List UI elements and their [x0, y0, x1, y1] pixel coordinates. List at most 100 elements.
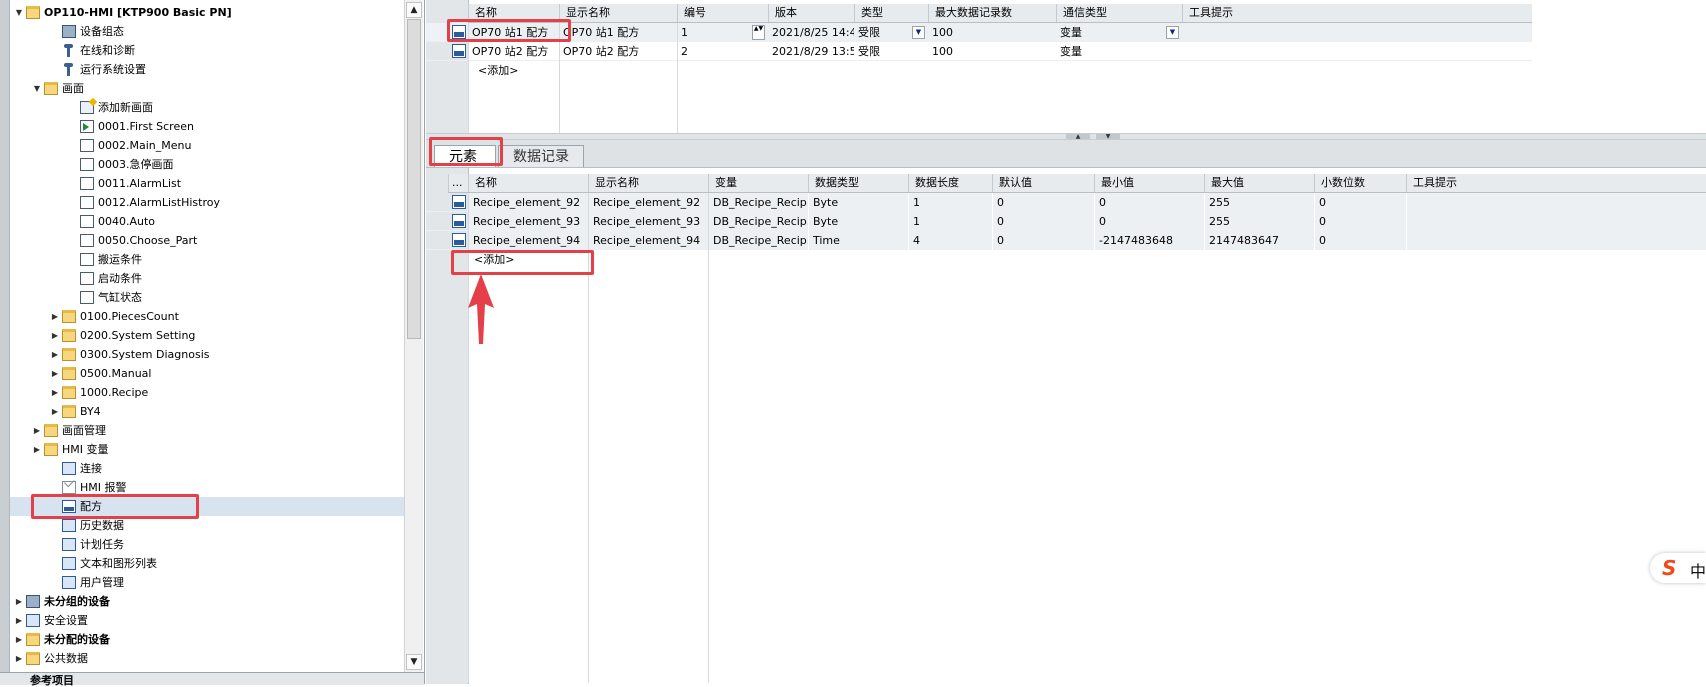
tree-item[interactable]: 0001.First Screen: [10, 117, 404, 136]
column-header[interactable]: 数据长度: [908, 174, 992, 192]
table-cell[interactable]: DB_Recipe_Recip...: [708, 231, 808, 250]
tree-item[interactable]: 0011.AlarmList: [10, 174, 404, 193]
tree-item[interactable]: ▶ 0200.System Setting: [10, 326, 404, 345]
table-cell[interactable]: 受限: [854, 42, 928, 61]
column-header[interactable]: 最大值: [1204, 174, 1314, 192]
table-cell[interactable]: 1: [908, 193, 992, 212]
table-cell[interactable]: Time: [808, 231, 908, 250]
tree-item[interactable]: 在线和诊断: [10, 41, 404, 60]
column-header[interactable]: 默认值: [992, 174, 1094, 192]
table-cell[interactable]: 2021/8/29 13:5...: [768, 42, 854, 61]
column-header[interactable]: 编号: [677, 4, 768, 22]
tree-item[interactable]: ▼ OP110-HMI [KTP900 Basic PN]: [10, 3, 404, 22]
column-header[interactable]: 显示名称: [559, 4, 677, 22]
tree-item[interactable]: ▶ 0500.Manual: [10, 364, 404, 383]
collapse-down-handle[interactable]: ▼: [1096, 134, 1120, 140]
table-cell[interactable]: 2: [677, 42, 768, 61]
tree-item[interactable]: 连接: [10, 459, 404, 478]
table-cell[interactable]: DB_Recipe_Recip...: [708, 212, 808, 231]
expand-arrow-right-icon[interactable]: ▶: [32, 440, 42, 459]
add-recipe-row[interactable]: <添加>: [474, 61, 565, 80]
table-row[interactable]: Recipe_element_92 Recipe_element_92 DB_Rec…: [426, 193, 1706, 212]
tree-item[interactable]: 0002.Main_Menu: [10, 136, 404, 155]
table-cell[interactable]: DB_Recipe_Recip...: [708, 193, 808, 212]
ime-toolbar[interactable]: S 中: [1650, 553, 1706, 583]
table-cell[interactable]: [1406, 193, 1706, 212]
tree-item[interactable]: 设备组态: [10, 22, 404, 41]
table-cell[interactable]: 100: [928, 23, 1056, 42]
table-cell[interactable]: -2147483648: [1094, 231, 1204, 250]
expand-arrow-right-icon[interactable]: ▶: [50, 345, 60, 364]
expand-arrow-right-icon[interactable]: ▶: [50, 383, 60, 402]
tree-item[interactable]: ▶ 未分配的设备: [10, 630, 404, 649]
table-row[interactable]: Recipe_element_93 Recipe_element_93 DB_Rec…: [426, 212, 1706, 231]
table-row[interactable]: OP70 站1 配方OP70 站1 配方12021/8/25 14:4...受限…: [426, 23, 1532, 42]
tree-item[interactable]: ▶ HMI 变量: [10, 440, 404, 459]
tree-item[interactable]: ▶ 1000.Recipe: [10, 383, 404, 402]
collapsed-side-bar[interactable]: [0, 0, 10, 684]
tree-item[interactable]: ▼ 画面: [10, 79, 404, 98]
scroll-down-button[interactable]: ▼: [406, 654, 422, 670]
tree-item[interactable]: 搬运条件: [10, 250, 404, 269]
tree-item[interactable]: 文本和图形列表: [10, 554, 404, 573]
tab-data-records[interactable]: 数据记录: [498, 145, 584, 167]
tree-item[interactable]: ▶ 画面管理: [10, 421, 404, 440]
table-cell[interactable]: OP70 站2 配方: [559, 42, 677, 61]
expand-arrow-down-icon[interactable]: ▼: [14, 3, 24, 22]
table-cell[interactable]: 0: [992, 231, 1094, 250]
column-header[interactable]: 小数位数: [1314, 174, 1406, 192]
dropdown-arrow-icon[interactable]: ▼: [912, 26, 925, 39]
table-cell[interactable]: 变量: [1056, 23, 1182, 42]
table-cell[interactable]: 变量: [1056, 42, 1182, 61]
table-cell[interactable]: [1406, 231, 1706, 250]
tree-item[interactable]: ▶ 公共数据: [10, 649, 404, 666]
collapse-up-handle[interactable]: ▲: [1066, 134, 1090, 140]
table-row[interactable]: Recipe_element_94 Recipe_element_94 DB_Rec…: [426, 231, 1706, 250]
column-header[interactable]: 通信类型: [1056, 4, 1182, 22]
tree-item[interactable]: 0003.急停画面: [10, 155, 404, 174]
tree-item[interactable]: ▶ 未分组的设备: [10, 592, 404, 611]
table-cell[interactable]: Recipe_element_93: [588, 212, 708, 231]
expand-arrow-down-icon[interactable]: ▼: [32, 79, 42, 98]
table-cell[interactable]: OP70 站1 配方: [559, 23, 677, 42]
column-header[interactable]: 最小值: [1094, 174, 1204, 192]
dropdown-arrow-icon[interactable]: ▼: [1166, 26, 1179, 39]
table-cell[interactable]: [1182, 23, 1532, 42]
table-row[interactable]: OP70 站2 配方OP70 站2 配方22021/8/29 13:5...受限…: [426, 42, 1532, 61]
table-cell[interactable]: 0: [1094, 193, 1204, 212]
column-header[interactable]: 最大数据记录数: [928, 4, 1056, 22]
table-cell[interactable]: Recipe_element_94: [468, 231, 588, 250]
table-cell[interactable]: 0: [1314, 212, 1406, 231]
table-cell[interactable]: Recipe_element_92: [588, 193, 708, 212]
tree-item[interactable]: 气缸状态: [10, 288, 404, 307]
table-cell[interactable]: 4: [908, 231, 992, 250]
table-cell[interactable]: 100: [928, 42, 1056, 61]
ime-mode-indicator[interactable]: 中: [1690, 558, 1706, 582]
scrollbar-thumb[interactable]: [407, 19, 421, 339]
tree-item[interactable]: ▶ 0100.PiecesCount: [10, 307, 404, 326]
table-cell[interactable]: 255: [1204, 193, 1314, 212]
tree-item[interactable]: 0012.AlarmListHistroy: [10, 193, 404, 212]
table-cell[interactable]: Recipe_element_93: [468, 212, 588, 231]
column-header[interactable]: 变量: [708, 174, 808, 192]
tree-item[interactable]: 计划任务: [10, 535, 404, 554]
table-cell[interactable]: 255: [1204, 212, 1314, 231]
table-cell[interactable]: 2021/8/25 14:4...: [768, 23, 854, 42]
editor-splitter[interactable]: ▲ ▼: [426, 133, 1706, 140]
table-cell[interactable]: 0: [1094, 212, 1204, 231]
expand-arrow-right-icon[interactable]: ▶: [50, 307, 60, 326]
table-cell[interactable]: [1182, 42, 1532, 61]
tree-item[interactable]: 用户管理: [10, 573, 404, 592]
scroll-up-button[interactable]: ▲: [406, 2, 422, 18]
column-header[interactable]: 显示名称: [588, 174, 708, 192]
tree-item[interactable]: 添加新画面: [10, 98, 404, 117]
tree-item[interactable]: ▶ BY4: [10, 402, 404, 421]
tree-item[interactable]: 0040.Auto: [10, 212, 404, 231]
number-stepper-icon[interactable]: ▲▼: [752, 25, 765, 40]
expand-arrow-right-icon[interactable]: ▶: [14, 630, 24, 649]
table-cell[interactable]: 1: [908, 212, 992, 231]
column-header[interactable]: 类型: [854, 4, 928, 22]
expand-arrow-right-icon[interactable]: ▶: [14, 592, 24, 611]
expand-arrow-right-icon[interactable]: ▶: [50, 402, 60, 421]
tree-item[interactable]: ▶ 安全设置: [10, 611, 404, 630]
